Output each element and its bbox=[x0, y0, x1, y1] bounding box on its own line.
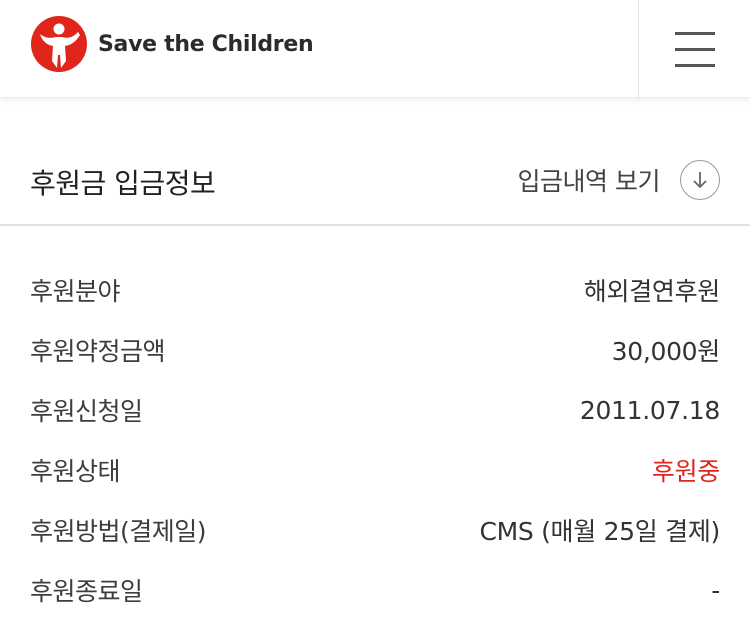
donation-info-list: 후원분야 해외결연후원 후원약정금액 30,000원 후원신청일 2011.07… bbox=[0, 260, 750, 620]
menu-bar bbox=[674, 47, 715, 51]
section-title: 후원금 입금정보 bbox=[30, 167, 216, 200]
brand-name: Save the Children bbox=[98, 31, 314, 57]
status-badge: 후원중 bbox=[651, 457, 720, 486]
info-label: 후원종료일 bbox=[30, 577, 143, 606]
section-header: 후원금 입금정보 입금내역 보기 bbox=[0, 136, 750, 226]
info-row-apply-date: 후원신청일 2011.07.18 bbox=[0, 380, 750, 440]
top-header: Save the Children bbox=[0, 0, 750, 98]
info-label: 후원상태 bbox=[30, 457, 121, 486]
view-history-label: 입금내역 보기 bbox=[517, 167, 661, 196]
info-row-method: 후원방법(결제일) CMS (매월 25일 결제) bbox=[0, 500, 750, 560]
arrow-down-icon bbox=[693, 172, 707, 189]
save-the-children-logo-icon bbox=[31, 16, 87, 72]
info-label: 후원방법(결제일) bbox=[30, 517, 207, 546]
info-value: - bbox=[711, 575, 720, 605]
brand-logo[interactable]: Save the Children bbox=[30, 14, 314, 74]
info-value: 2011.07.18 bbox=[579, 395, 720, 425]
hamburger-menu-icon[interactable] bbox=[639, 0, 750, 98]
info-value: CMS (매월 25일 결제) bbox=[479, 517, 720, 546]
info-row-field: 후원분야 해외결연후원 bbox=[0, 260, 750, 320]
info-row-amount: 후원약정금액 30,000원 bbox=[0, 320, 750, 380]
arrow-down-circle-icon[interactable] bbox=[680, 160, 720, 200]
info-label: 후원신청일 bbox=[30, 397, 143, 426]
menu-bar bbox=[674, 31, 715, 35]
info-value: 30,000원 bbox=[611, 337, 721, 366]
info-label: 후원분야 bbox=[30, 277, 121, 306]
view-history-link[interactable]: 입금내역 보기 bbox=[518, 160, 720, 200]
info-row-end-date: 후원종료일 - bbox=[0, 560, 750, 620]
info-row-status: 후원상태 후원중 bbox=[0, 440, 750, 500]
info-value: 해외결연후원 bbox=[583, 277, 721, 306]
menu-bar bbox=[674, 63, 715, 67]
info-label: 후원약정금액 bbox=[30, 337, 166, 366]
